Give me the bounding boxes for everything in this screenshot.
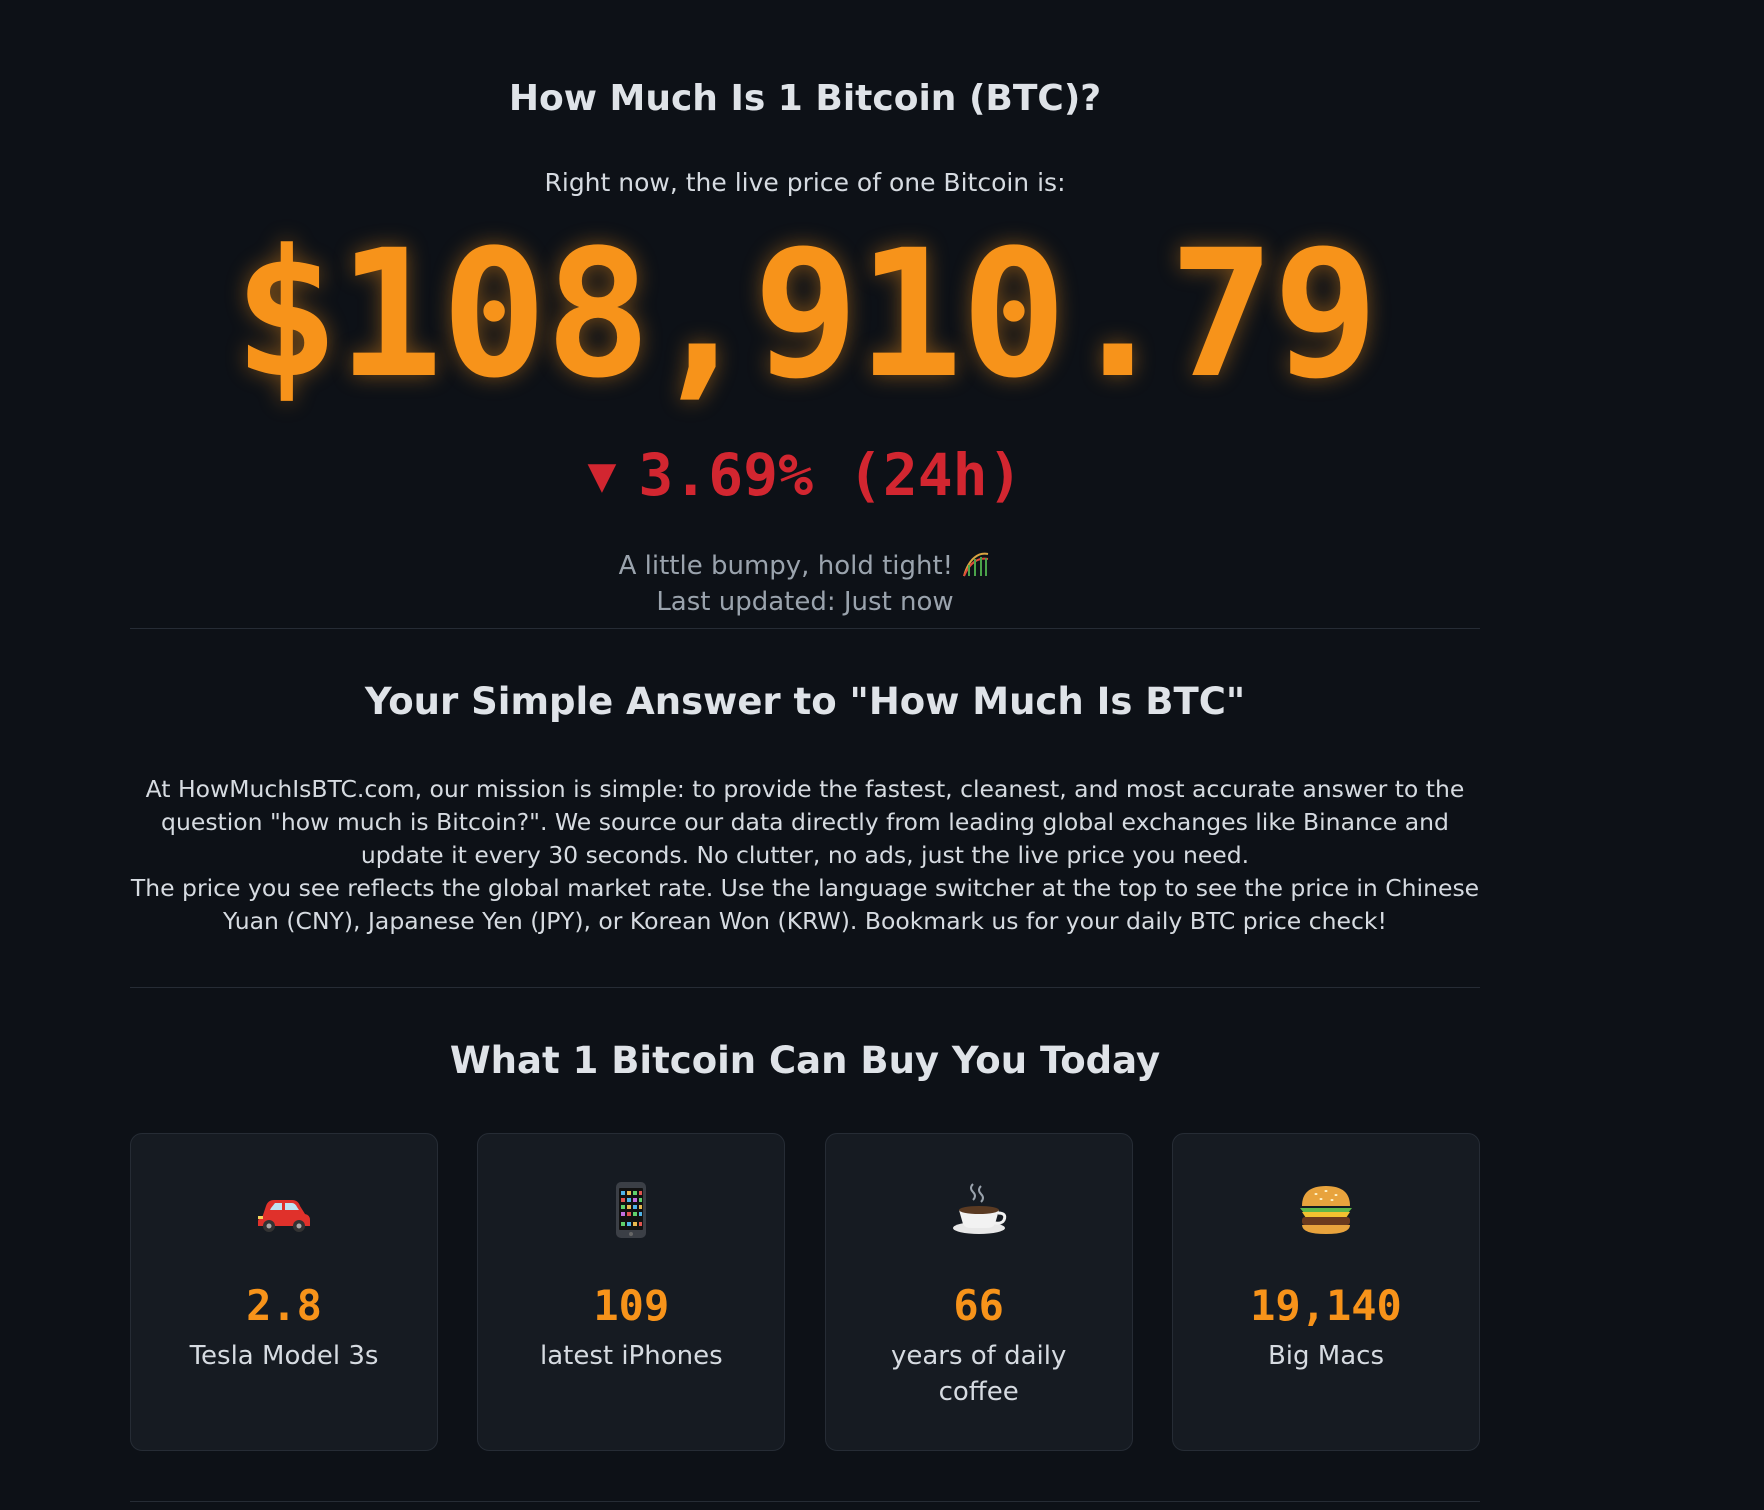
buy-label: Big Macs [1267, 1341, 1384, 1371]
price-change-value: 3.69% (24h) [638, 441, 1023, 509]
buy-value: 2.8 [246, 1281, 322, 1330]
price-change: ▼ 3.69% (24h) [130, 440, 1480, 510]
divider [130, 628, 1480, 629]
buy-label: Tesla Model 3s [189, 1341, 379, 1371]
phone-icon [616, 1182, 647, 1238]
divider [130, 1501, 1480, 1502]
buy-value: 66 [953, 1281, 1004, 1330]
buy-value: 109 [593, 1281, 670, 1330]
buy-label: years of daily coffee [890, 1341, 1067, 1407]
roller-coaster-icon [963, 552, 989, 577]
buy-card-tesla: 2.8 Tesla Model 3s [130, 1133, 438, 1451]
about-paragraph-1: At HowMuchIsBTC.com, our mission is simp… [145, 775, 1465, 869]
down-arrow-icon: ▼ [587, 447, 617, 503]
buy-card-bigmac: 19,140 Big Macs [1171, 1133, 1480, 1451]
buy-cards: 2.8 Tesla Model 3s 109 latest iPhones 66… [130, 1133, 1480, 1453]
divider [130, 987, 1480, 988]
about-text: At HowMuchIsBTC.com, our mission is simp… [130, 773, 1480, 938]
market-mood-text: A little bumpy, hold tight! [618, 551, 954, 581]
buy-title: What 1 Bitcoin Can Buy You Today [449, 1039, 1161, 1082]
coffee-icon [952, 1183, 1006, 1234]
buy-card-coffee: 66 years of daily coffee [824, 1133, 1133, 1451]
price-intro-text: Right now, the live price of one Bitcoin… [544, 168, 1066, 197]
about-paragraph-2: The price you see reflects the global ma… [130, 874, 1480, 935]
buy-label: latest iPhones [539, 1341, 723, 1371]
last-updated: Last updated: Just now [656, 587, 954, 617]
market-mood: A little bumpy, hold tight! [130, 548, 1480, 584]
buy-card-iphone: 109 latest iPhones [477, 1133, 786, 1451]
page: How Much Is 1 Bitcoin (BTC)? Right now, … [0, 0, 1764, 1510]
hero-section: How Much Is 1 Bitcoin (BTC)? Right now, … [130, 0, 1480, 620]
about-title: Your Simple Answer to "How Much Is BTC" [364, 680, 1246, 723]
car-icon [258, 1200, 310, 1232]
burger-icon [1299, 1186, 1352, 1234]
btc-price: $108,910.79 [233, 212, 1379, 417]
buy-value: 19,140 [1250, 1281, 1402, 1330]
page-title: How Much Is 1 Bitcoin (BTC)? [508, 78, 1102, 119]
